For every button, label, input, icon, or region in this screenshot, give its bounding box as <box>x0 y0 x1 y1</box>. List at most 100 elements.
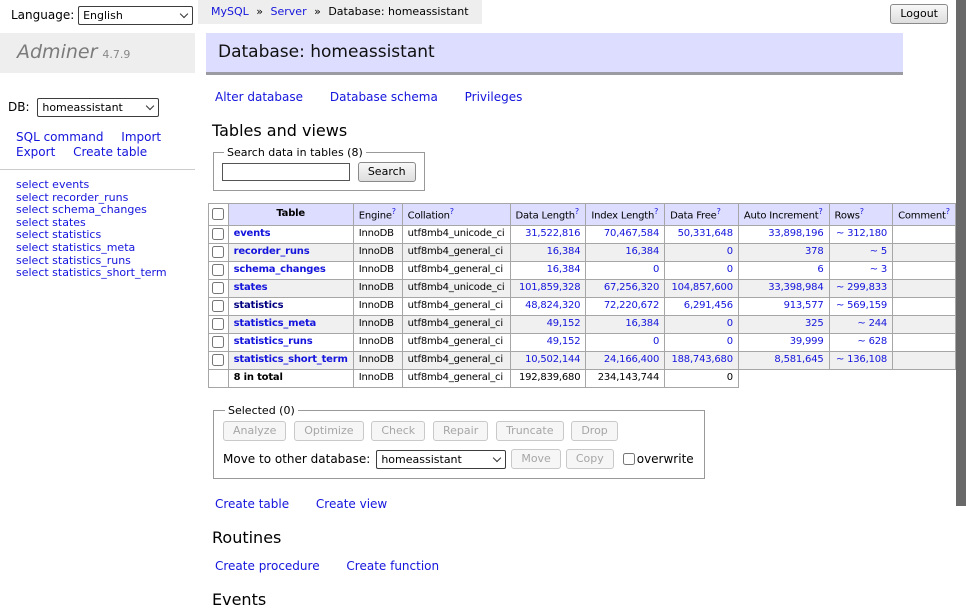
cell-rows[interactable]: ~ 136,108 <box>836 354 887 365</box>
table-link[interactable]: statistics_runs <box>234 336 313 347</box>
cell-auto-increment[interactable]: 39,999 <box>790 336 824 347</box>
cell-data-length[interactable]: 16,384 <box>547 264 581 275</box>
cell-rows[interactable]: ~ 569,159 <box>836 300 887 311</box>
cell-rows[interactable]: ~ 299,833 <box>836 282 887 293</box>
sidebar-item-select-statistics-short-term[interactable]: select statistics_short_term <box>16 267 195 280</box>
move-database-select[interactable]: homeassistant <box>376 450 506 469</box>
cell-data-length[interactable]: 48,824,320 <box>525 300 580 311</box>
copy-button[interactable]: Copy <box>566 449 614 469</box>
table-link[interactable]: recorder_runs <box>234 246 310 257</box>
drop-button[interactable]: Drop <box>571 421 617 441</box>
cell-data-free[interactable]: 188,743,680 <box>671 354 732 365</box>
table-link[interactable]: statistics_meta <box>234 318 316 329</box>
truncate-button[interactable]: Truncate <box>496 421 563 441</box>
cell-data-length[interactable]: 31,522,816 <box>525 228 580 239</box>
privileges-link[interactable]: Privileges <box>465 90 523 104</box>
cell-data-free[interactable]: 0 <box>727 336 733 347</box>
cell-rows[interactable]: ~ 312,180 <box>836 228 887 239</box>
row-checkbox[interactable] <box>212 228 224 240</box>
analyze-button[interactable]: Analyze <box>223 421 286 441</box>
check-button[interactable]: Check <box>371 421 425 441</box>
optimize-button[interactable]: Optimize <box>294 421 363 441</box>
cell-data-free[interactable]: 0 <box>727 264 733 275</box>
table-link[interactable]: events <box>234 228 271 239</box>
table-link[interactable]: states <box>234 282 268 293</box>
column-help-link[interactable]: ? <box>946 207 950 216</box>
cell-auto-increment[interactable]: 33,398,984 <box>768 282 823 293</box>
create-procedure-link[interactable]: Create procedure <box>215 559 320 573</box>
row-checkbox[interactable] <box>212 282 224 294</box>
cell-data-free[interactable]: 50,331,648 <box>678 228 733 239</box>
overwrite-checkbox[interactable] <box>623 453 635 465</box>
sidebar-item-select-events[interactable]: select events <box>16 179 195 192</box>
row-checkbox[interactable] <box>212 264 224 276</box>
cell-index-length[interactable]: 0 <box>653 336 659 347</box>
create-function-link[interactable]: Create function <box>346 559 439 573</box>
cell-auto-increment[interactable]: 8,581,645 <box>774 354 823 365</box>
select-all-checkbox[interactable] <box>212 208 224 220</box>
scrollbar-thumb[interactable] <box>956 0 966 506</box>
db-select[interactable]: homeassistant <box>37 98 159 117</box>
cell-auto-increment[interactable]: 913,577 <box>784 300 824 311</box>
cell-index-length[interactable]: 16,384 <box>625 246 659 257</box>
cell-rows[interactable]: ~ 628 <box>857 336 887 347</box>
cell-data-free[interactable]: 104,857,600 <box>671 282 732 293</box>
sidebar-import-link[interactable]: Import <box>121 130 161 144</box>
table-link[interactable]: statistics <box>234 300 284 311</box>
column-header-index-length: Index Length? <box>586 204 665 226</box>
sidebar-export-link[interactable]: Export <box>16 145 55 159</box>
search-button[interactable]: Search <box>358 162 416 182</box>
row-checkbox[interactable] <box>212 318 224 330</box>
cell-index-length[interactable]: 0 <box>653 264 659 275</box>
column-help-link[interactable]: ? <box>860 207 864 216</box>
column-help-link[interactable]: ? <box>575 207 579 216</box>
row-checkbox[interactable] <box>212 336 224 348</box>
cell-index-length[interactable]: 67,256,320 <box>604 282 659 293</box>
cell-rows[interactable]: ~ 244 <box>857 318 887 329</box>
cell-index-length[interactable]: 24,166,400 <box>604 354 659 365</box>
repair-button[interactable]: Repair <box>433 421 488 441</box>
breadcrumb-server-link[interactable]: Server <box>271 5 307 18</box>
table-link[interactable]: statistics_short_term <box>234 354 348 365</box>
sidebar-item-select-schema-changes[interactable]: select schema_changes <box>16 204 195 217</box>
cell-auto-increment[interactable]: 378 <box>805 246 824 257</box>
sidebar-sql-command-link[interactable]: SQL command <box>16 130 103 144</box>
row-checkbox[interactable] <box>212 246 224 258</box>
create-view-link[interactable]: Create view <box>316 497 387 511</box>
cell-auto-increment[interactable]: 33,898,196 <box>768 228 823 239</box>
search-input[interactable] <box>222 163 350 181</box>
create-table-link[interactable]: Create table <box>215 497 289 511</box>
column-help-link[interactable]: ? <box>654 207 658 216</box>
column-help-link[interactable]: ? <box>392 207 396 216</box>
cell-data-free[interactable]: 0 <box>727 246 733 257</box>
column-help-link[interactable]: ? <box>717 207 721 216</box>
database-schema-link[interactable]: Database schema <box>330 90 438 104</box>
row-checkbox[interactable] <box>212 300 224 312</box>
move-button[interactable]: Move <box>511 449 561 469</box>
cell-data-free[interactable]: 6,291,456 <box>684 300 733 311</box>
cell-data-length[interactable]: 49,152 <box>547 318 581 329</box>
cell-data-length[interactable]: 10,502,144 <box>525 354 580 365</box>
sidebar-item-select-statistics-meta[interactable]: select statistics_meta <box>16 242 195 255</box>
row-checkbox[interactable] <box>212 354 224 366</box>
cell-data-free[interactable]: 0 <box>727 318 733 329</box>
cell-index-length[interactable]: 72,220,672 <box>604 300 659 311</box>
cell-data-length[interactable]: 101,859,328 <box>519 282 580 293</box>
cell-rows[interactable]: ~ 3 <box>870 264 887 275</box>
logout-button[interactable]: Logout <box>890 4 948 24</box>
alter-database-link[interactable]: Alter database <box>215 90 303 104</box>
table-link[interactable]: schema_changes <box>234 264 326 275</box>
scrollbar[interactable] <box>956 0 966 543</box>
language-select[interactable]: English <box>78 6 193 25</box>
cell-auto-increment[interactable]: 325 <box>805 318 824 329</box>
cell-index-length[interactable]: 70,467,584 <box>604 228 659 239</box>
breadcrumb-mysql-link[interactable]: MySQL <box>211 5 249 18</box>
cell-data-length[interactable]: 16,384 <box>547 246 581 257</box>
column-help-link[interactable]: ? <box>450 207 454 216</box>
column-help-link[interactable]: ? <box>818 207 822 216</box>
cell-rows[interactable]: ~ 5 <box>870 246 887 257</box>
sidebar-create-table-link[interactable]: Create table <box>73 145 147 159</box>
cell-index-length[interactable]: 16,384 <box>625 318 659 329</box>
cell-auto-increment[interactable]: 6 <box>817 264 823 275</box>
cell-data-length[interactable]: 49,152 <box>547 336 581 347</box>
